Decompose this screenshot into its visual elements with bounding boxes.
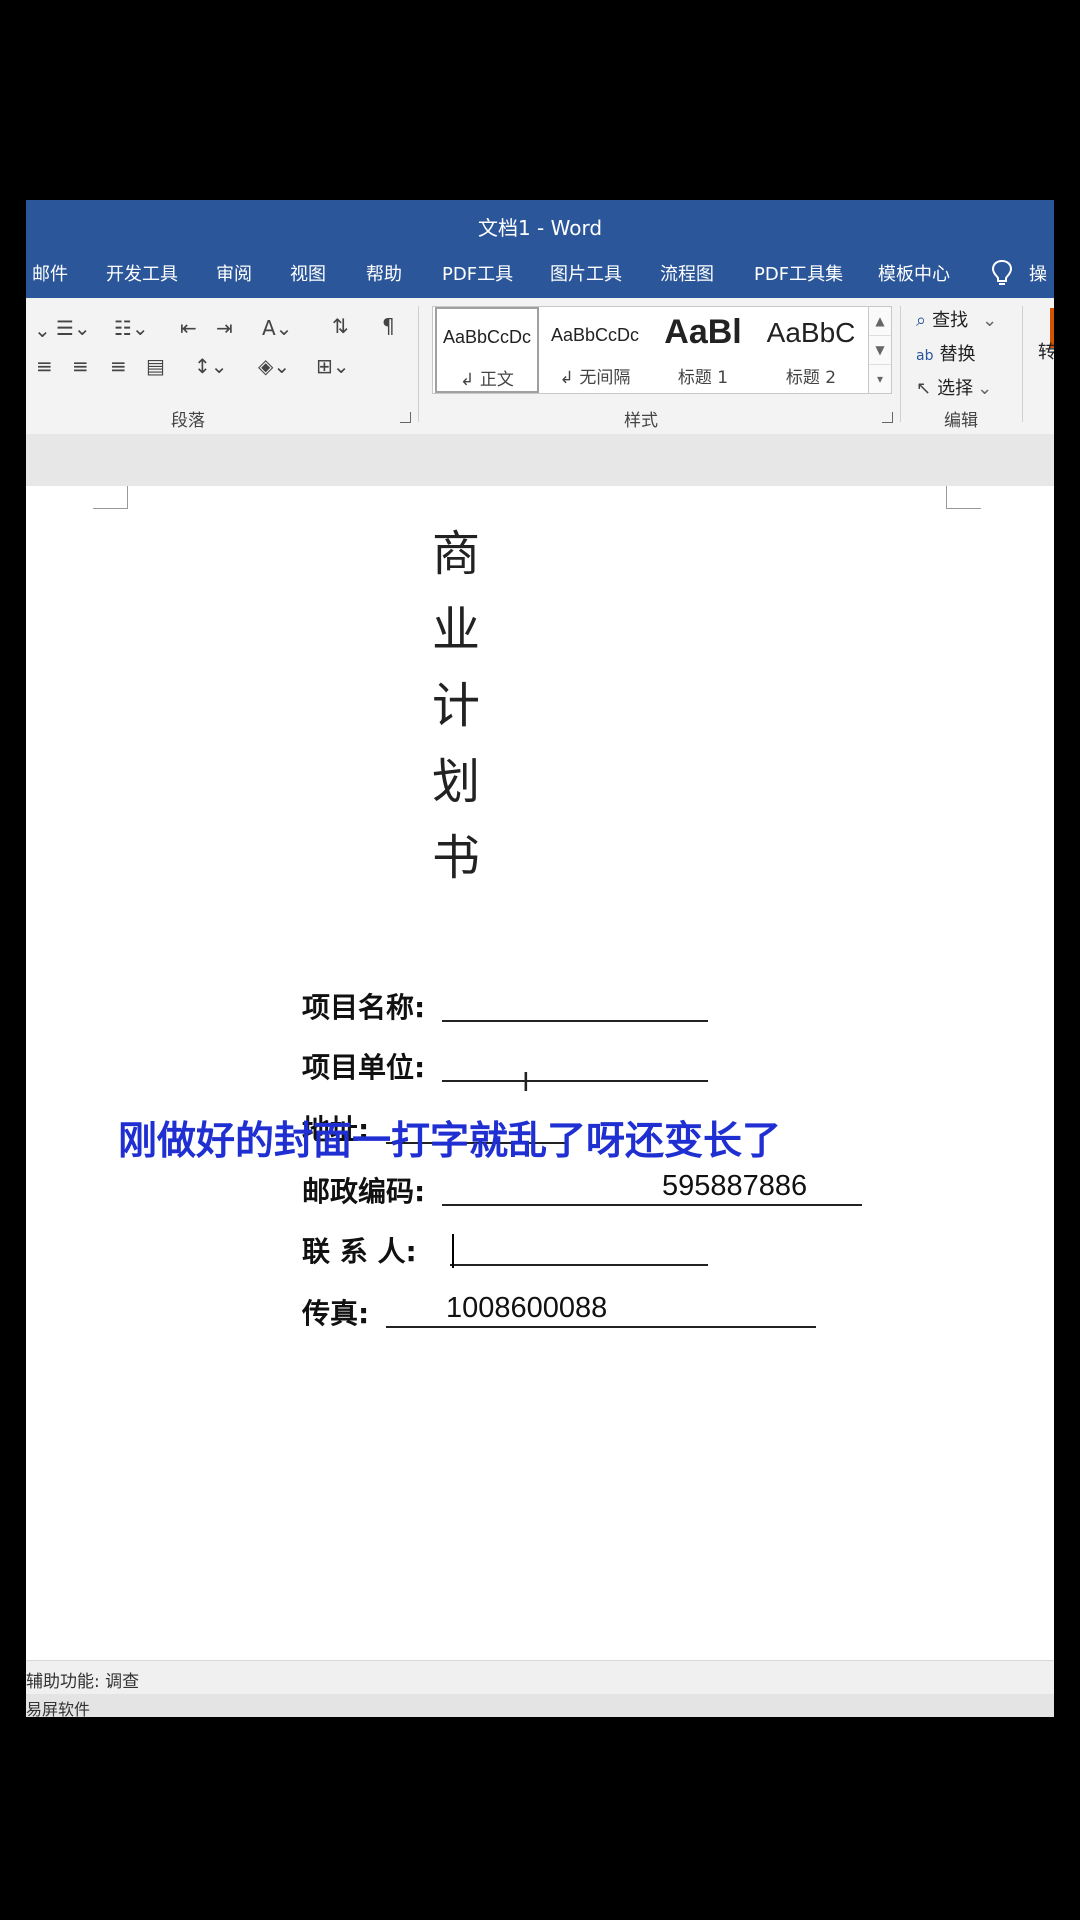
ribbon: ⌄ ☰⌄ ☷⌄ ⇤ ⇥ A⌄ ⇅ ¶ ≡ ≡ ≡ ▤ ↕⌄ ◈⌄ ⊞⌄ 段落 A… <box>26 298 1054 435</box>
document-page[interactable]: 商 业 计 划 书 项目名称: 项目单位: 地址: 邮政编码: 59588788… <box>26 486 1054 1660</box>
underline <box>450 1230 708 1266</box>
tab-help[interactable]: 帮助 <box>366 260 402 286</box>
styles-launcher-icon[interactable] <box>882 412 893 423</box>
editing-group-label: 编辑 <box>944 411 978 431</box>
multilevel-list-icon[interactable]: ☷⌄ <box>114 318 149 338</box>
borders-icon[interactable]: ⊞⌄ <box>316 356 350 376</box>
ribbon-tabs: 邮件 开发工具 审阅 视图 帮助 PDF工具 图片工具 流程图 PDF工具集 模… <box>26 250 1054 298</box>
convert-button[interactable]: 转 <box>1038 338 1054 364</box>
increase-indent-icon[interactable]: ⇥ <box>216 318 233 338</box>
tab-picture-tools[interactable]: 图片工具 <box>550 260 622 286</box>
tab-review[interactable]: 审阅 <box>216 260 252 286</box>
more-styles-icon[interactable]: ▾ <box>869 365 891 393</box>
underline <box>442 986 708 1022</box>
style-no-spacing[interactable]: AaBbCcDc ↲ 无间隔 <box>543 307 647 393</box>
tab-view[interactable]: 视图 <box>290 260 326 286</box>
video-caption: 刚做好的封面一打字就乱了呀还变长了 <box>118 1119 782 1164</box>
paragraph-launcher-icon[interactable] <box>400 412 411 423</box>
styles-group-label: 样式 <box>624 411 658 431</box>
paragraph-group-label: 段落 <box>171 411 205 431</box>
lightbulb-icon[interactable] <box>989 258 1015 288</box>
styles-scroll[interactable]: ▲ ▼ ▾ <box>868 306 892 394</box>
window-title: 文档1 - Word <box>477 216 603 240</box>
text-caret <box>452 1234 454 1268</box>
accessibility-status[interactable]: 辅助功能: 调查 <box>26 1667 139 1692</box>
postcode-value: 595887886 <box>662 1170 808 1202</box>
line-spacing-icon[interactable]: ↕⌄ <box>194 356 228 376</box>
group-separator <box>1022 306 1023 422</box>
tab-pdf-tools[interactable]: PDF工具 <box>442 260 513 286</box>
field-contact[interactable]: 联 系 人: <box>302 1230 708 1270</box>
chevron-down-icon[interactable]: ⌄ <box>34 320 51 340</box>
field-project-unit[interactable]: 项目单位: <box>302 1046 708 1086</box>
style-heading-1[interactable]: AaBl 标题 1 <box>651 307 755 393</box>
tab-flowchart[interactable]: 流程图 <box>660 260 714 286</box>
field-project-name[interactable]: 项目名称: <box>302 986 708 1026</box>
tab-pdf-toolset[interactable]: PDF工具集 <box>754 260 843 286</box>
crop-mark-right <box>946 486 981 509</box>
chevron-down-icon: ⌄ <box>977 378 993 399</box>
align-left-icon[interactable]: ≡ <box>36 356 53 376</box>
ibeam-cursor-icon: I <box>522 1068 530 1098</box>
fax-value: 1008600088 <box>446 1292 608 1324</box>
find-button[interactable]: ⌕ 查找 ⌄ <box>916 306 997 332</box>
tab-template-center[interactable]: 模板中心 <box>878 260 950 286</box>
crop-mark-left <box>93 486 128 509</box>
taskbar: 易屏软件 <box>26 1694 1054 1717</box>
search-icon: ⌕ <box>916 310 927 331</box>
select-button[interactable]: ↖ 选择 ⌄ <box>916 374 992 400</box>
asian-layout-icon[interactable]: A⌄ <box>262 318 292 338</box>
title-bar: 文档1 - Word <box>26 200 1054 250</box>
status-bar: 辅助功能: 调查 <box>26 1660 1054 1695</box>
tab-mail[interactable]: 邮件 <box>32 260 68 286</box>
align-center-icon[interactable]: ≡ <box>72 356 89 376</box>
style-heading-2[interactable]: AaBbC 标题 2 <box>759 307 863 393</box>
word-window: 文档1 - Word 邮件 开发工具 审阅 视图 帮助 PDF工具 图片工具 流… <box>26 200 1054 1717</box>
taskbar-text: 易屏软件 <box>26 1700 91 1717</box>
scroll-down-icon[interactable]: ▼ <box>869 336 891 365</box>
chevron-down-icon: ⌄ <box>982 310 998 331</box>
justify-icon[interactable]: ▤ <box>146 356 165 376</box>
document-title: 商 业 计 划 书 <box>431 526 480 886</box>
cursor-icon: ↖ <box>916 378 932 399</box>
show-marks-icon[interactable]: ¶ <box>382 316 395 336</box>
styles-gallery: AaBbCcDc ↲ 正文 AaBbCcDc ↲ 无间隔 AaBl 标题 1 A… <box>432 306 870 394</box>
replace-button[interactable]: ab 替换 <box>916 340 975 366</box>
sort-icon[interactable]: ⇅ <box>332 316 349 336</box>
tab-developer[interactable]: 开发工具 <box>106 260 178 286</box>
numbered-list-icon[interactable]: ☰⌄ <box>56 318 91 338</box>
tab-tell-me[interactable]: 操 <box>1029 260 1047 286</box>
field-postcode[interactable]: 邮政编码: 595887886 <box>302 1170 862 1210</box>
group-separator <box>418 306 419 422</box>
field-fax[interactable]: 传真: 1008600088 <box>302 1292 816 1332</box>
underline <box>442 1046 708 1082</box>
shading-icon[interactable]: ◈⌄ <box>258 356 290 376</box>
replace-icon: ab <box>916 348 934 364</box>
scroll-up-icon[interactable]: ▲ <box>869 307 891 336</box>
group-separator <box>900 306 901 422</box>
align-right-icon[interactable]: ≡ <box>110 356 127 376</box>
style-normal[interactable]: AaBbCcDc ↲ 正文 <box>435 307 539 393</box>
ruler-area <box>26 434 1054 486</box>
decrease-indent-icon[interactable]: ⇤ <box>180 318 197 338</box>
